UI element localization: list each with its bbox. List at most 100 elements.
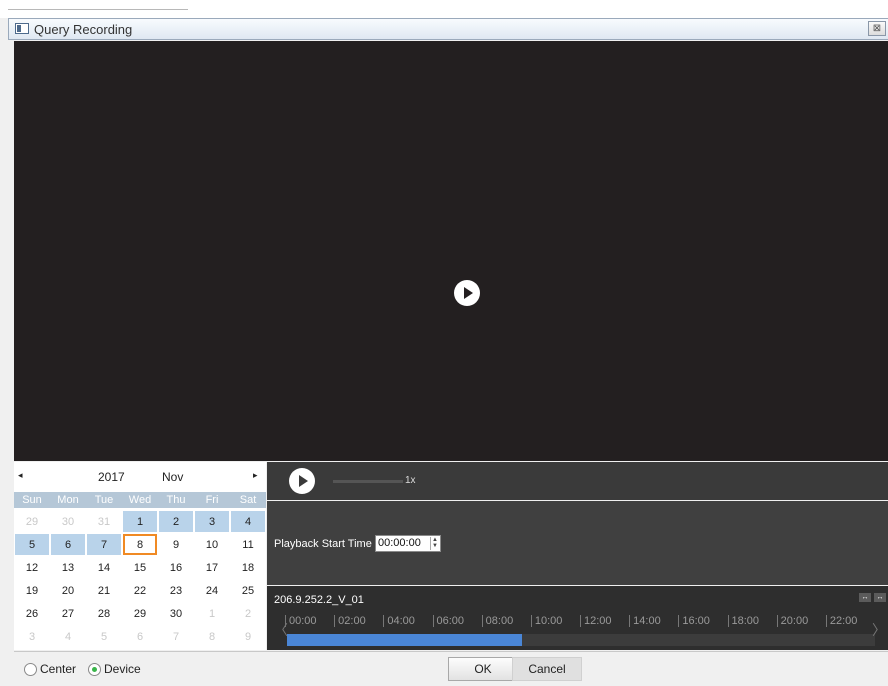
- timeline-ticks: 00:00 02:00 04:00 06:00 08:00 10:00 12:00 14:00…: [285, 615, 875, 629]
- weekday-label: Wed: [128, 494, 152, 506]
- timeline-tick: 20:00: [776, 615, 808, 627]
- playback-start-time-value: 00:00:00: [378, 537, 421, 549]
- time-spinner[interactable]: ▲ ▼: [430, 537, 439, 550]
- calendar-day[interactable]: 2: [231, 603, 265, 624]
- calendar-day[interactable]: 7: [159, 626, 193, 647]
- window-icon: [15, 23, 29, 34]
- calendar-day[interactable]: 2: [159, 511, 193, 532]
- calendar-day[interactable]: 28: [87, 603, 121, 624]
- dialog-footer: Center Device OK Cancel: [14, 651, 888, 686]
- calendar-day[interactable]: 6: [51, 534, 85, 555]
- query-recording-window: Query Recording ⊠ ◂ 2017 Nov ▸ Sun Mon Tue…: [0, 0, 888, 686]
- calendar-day[interactable]: 3: [15, 626, 49, 647]
- calendar-day[interactable]: 17: [195, 557, 229, 578]
- calendar-day[interactable]: 30: [159, 603, 193, 624]
- timeline-tick: 04:00: [383, 615, 415, 627]
- calendar-day[interactable]: 16: [159, 557, 193, 578]
- calendar-day[interactable]: 31: [87, 511, 121, 532]
- weekday-label: Thu: [166, 494, 186, 506]
- camera-name: 206.9.252.2_V_01: [274, 594, 364, 606]
- calendar-day[interactable]: 19: [15, 580, 49, 601]
- radio-center-label: Center: [40, 662, 77, 676]
- radio-center-dot[interactable]: [24, 662, 37, 676]
- calendar-day[interactable]: 25: [231, 580, 265, 601]
- next-month-icon[interactable]: ▸: [253, 470, 258, 481]
- calendar-day[interactable]: 12: [15, 557, 49, 578]
- calendar-day[interactable]: 10: [195, 534, 229, 555]
- radio-device-dot[interactable]: [88, 662, 101, 676]
- timeline-right-arrow-icon[interactable]: 〉: [872, 620, 886, 640]
- timeline-tick: 22:00: [825, 615, 857, 627]
- calendar-day[interactable]: 22: [123, 580, 157, 601]
- timeline-tick: 10:00: [530, 615, 562, 627]
- calendar-day[interactable]: 4: [231, 511, 265, 532]
- close-button[interactable]: ⊠: [868, 21, 886, 36]
- calendar-day[interactable]: 18: [231, 557, 265, 578]
- radio-device[interactable]: Device: [88, 662, 141, 676]
- playback-settings-panel: Playback Start Time 00:00:00 ▲ ▼: [267, 501, 888, 585]
- calendar-day[interactable]: 13: [51, 557, 85, 578]
- play-button[interactable]: [289, 468, 315, 494]
- calendar-day[interactable]: 7: [87, 534, 121, 555]
- weekday-label: Tue: [94, 494, 114, 506]
- calendar-day[interactable]: 5: [15, 534, 49, 555]
- timeline-zoom-controls: ↔ ↔: [859, 593, 886, 602]
- calendar-day[interactable]: 29: [123, 603, 157, 624]
- calendar-day[interactable]: 1: [123, 511, 157, 532]
- cancel-button[interactable]: Cancel: [512, 657, 582, 681]
- timeline-tick: 00:00: [285, 615, 317, 627]
- calendar-day[interactable]: 29: [15, 511, 49, 532]
- title-bar[interactable]: Query Recording ⊠: [8, 18, 888, 40]
- calendar: ◂ 2017 Nov ▸ Sun Mon Tue Wed Thu Fri Sat 29 30 3…: [14, 462, 266, 650]
- timeline-tick: 12:00: [580, 615, 612, 627]
- calendar-day[interactable]: 3: [195, 511, 229, 532]
- calendar-day[interactable]: 9: [159, 534, 193, 555]
- timeline-tick: 18:00: [727, 615, 759, 627]
- timeline-tick: 14:00: [629, 615, 661, 627]
- calendar-day[interactable]: 21: [87, 580, 121, 601]
- radio-center[interactable]: Center: [24, 662, 76, 676]
- timeline-track[interactable]: [287, 634, 875, 646]
- weekday-label: Fri: [205, 494, 219, 506]
- divider: [8, 9, 188, 10]
- zoom-in-icon[interactable]: ↔: [859, 593, 871, 602]
- speed-slider[interactable]: [333, 480, 403, 483]
- recorded-segment[interactable]: [287, 634, 523, 646]
- weekday-header: Sun Mon Tue Wed Thu Fri Sat: [14, 492, 266, 508]
- prev-month-icon[interactable]: ◂: [18, 470, 23, 481]
- calendar-day[interactable]: 14: [87, 557, 121, 578]
- calendar-day[interactable]: 6: [123, 626, 157, 647]
- radio-device-label: Device: [104, 662, 141, 676]
- play-icon[interactable]: [454, 280, 480, 306]
- calendar-day[interactable]: 20: [51, 580, 85, 601]
- timeline-tick: 08:00: [481, 615, 513, 627]
- calendar-day[interactable]: 9: [231, 626, 265, 647]
- calendar-day[interactable]: 23: [159, 580, 193, 601]
- calendar-day[interactable]: 15: [123, 557, 157, 578]
- video-area[interactable]: [14, 41, 888, 461]
- calendar-day[interactable]: 30: [51, 511, 85, 532]
- speed-label: 1x: [405, 475, 416, 486]
- zoom-out-icon[interactable]: ↔: [874, 593, 886, 602]
- calendar-month: Nov: [162, 470, 184, 484]
- timeline-panel: 206.9.252.2_V_01 ↔ ↔ 〈 00:00 02:00 04:00 06…: [267, 586, 888, 650]
- calendar-day[interactable]: 27: [51, 603, 85, 624]
- calendar-day[interactable]: 1: [195, 603, 229, 624]
- window-title: Query Recording: [34, 22, 133, 37]
- calendar-day[interactable]: 5: [87, 626, 121, 647]
- timeline-tick: 02:00: [334, 615, 366, 627]
- weekday-label: Sat: [239, 494, 257, 506]
- calendar-day[interactable]: 11: [231, 534, 265, 555]
- calendar-day-selected[interactable]: 8: [123, 534, 157, 555]
- calendar-day[interactable]: 8: [195, 626, 229, 647]
- calendar-day[interactable]: 26: [15, 603, 49, 624]
- timeline-tick: 06:00: [432, 615, 464, 627]
- calendar-day[interactable]: 4: [51, 626, 85, 647]
- playback-start-time-input[interactable]: 00:00:00 ▲ ▼: [375, 535, 441, 552]
- playback-start-time-label: Playback Start Time: [274, 538, 372, 550]
- calendar-day[interactable]: 24: [195, 580, 229, 601]
- weekday-label: Sun: [22, 494, 42, 506]
- calendar-header: ◂ 2017 Nov ▸: [14, 462, 266, 492]
- ok-button[interactable]: OK: [448, 657, 518, 681]
- timeline-tick: 16:00: [678, 615, 710, 627]
